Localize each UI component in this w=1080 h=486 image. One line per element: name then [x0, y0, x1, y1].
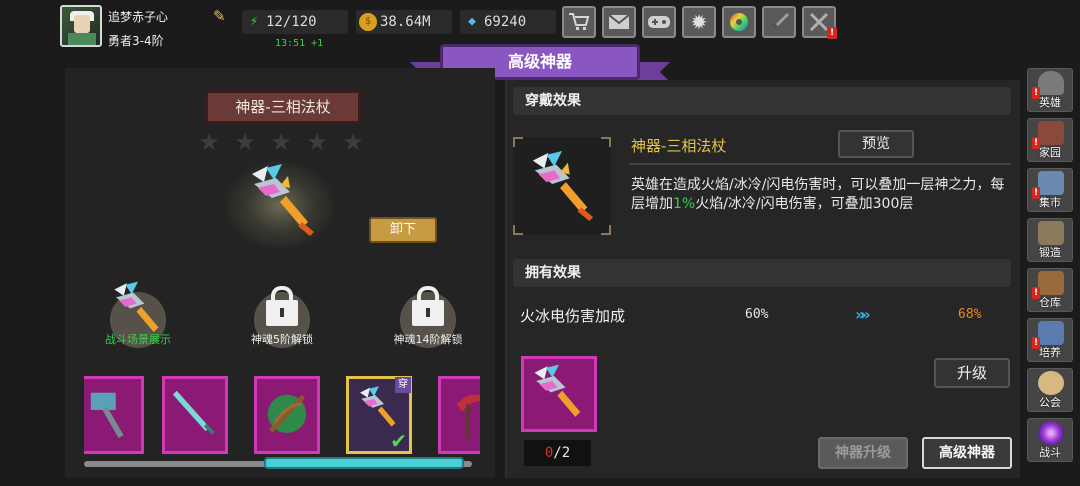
artifact-carousel[interactable]: 穿 ✔	[84, 376, 480, 456]
star-icon: ★	[342, 128, 364, 156]
slot-label: 神魂5阶解锁	[251, 333, 313, 346]
bonus-current-value: 60%	[745, 307, 769, 322]
equipped-badge: 穿	[395, 377, 411, 393]
artifact-card-bow[interactable]	[254, 376, 320, 454]
gamepad-icon	[648, 16, 670, 28]
star-icon: ★	[306, 128, 328, 156]
wear-effect-description: 英雄在造成火焰/冰冷/闪电伤害时，可以叠加一层神之力，每层增加1%火焰/冰冷/闪…	[631, 177, 1005, 212]
unequip-button[interactable]: 卸下	[369, 217, 437, 243]
gamepad-button[interactable]	[642, 6, 676, 38]
castle-icon	[1038, 121, 1064, 145]
own-effect-heading: 拥有效果	[513, 259, 1011, 287]
sidebar-item-label: 英雄	[1039, 96, 1061, 109]
sidebar-item-battle[interactable]: 战斗	[1027, 418, 1073, 462]
sidebar-item-warehouse[interactable]: ! 仓库	[1027, 268, 1073, 312]
edit-name-icon[interactable]: ✎	[213, 8, 229, 24]
artifact-title: 神器-三相法杖	[631, 137, 727, 155]
shop-cart-button[interactable]	[562, 6, 596, 38]
sidebar-item-label: 培养	[1039, 346, 1061, 359]
gold-coin-icon: $	[359, 13, 377, 31]
sidebar-item-label: 锻造	[1039, 246, 1061, 259]
sword-button[interactable]	[762, 6, 796, 38]
preview-button[interactable]: 预览	[838, 130, 914, 158]
tab-advanced-artifact[interactable]: 高级神器	[922, 437, 1012, 469]
sword-icon	[172, 390, 215, 435]
hammer-icon	[90, 392, 124, 439]
staff-icon	[532, 150, 594, 222]
settings-button[interactable]: ✹	[682, 6, 716, 38]
staff-icon[interactable]	[244, 162, 320, 238]
sidebar-item-market[interactable]: ! 集市	[1027, 168, 1073, 212]
wear-effect-heading: 穿戴效果	[513, 87, 1011, 115]
upgrade-material-card[interactable]	[521, 356, 597, 432]
checkmark-icon: ✔	[390, 429, 407, 453]
bonus-next-value: 68%	[958, 307, 982, 322]
energy-timer: 13:51 +1	[275, 38, 324, 49]
anvil-icon	[1038, 221, 1064, 245]
merchant-icon	[1038, 171, 1064, 195]
color-wheel-button[interactable]	[722, 6, 756, 38]
artifact-name-plate: 神器-三相法杖	[205, 90, 361, 124]
trophy-icon	[1038, 321, 1064, 345]
bow-icon	[267, 394, 307, 433]
material-count: 0/2	[524, 440, 591, 466]
shop-cart-icon	[569, 13, 590, 30]
gem-icon: ◆	[468, 14, 476, 29]
sidebar-item-label: 公会	[1039, 396, 1061, 409]
sidebar-item-label: 家园	[1039, 146, 1061, 159]
lightning-icon: ⚡	[250, 14, 258, 29]
sidebar-item-label: 战斗	[1039, 446, 1061, 459]
energy-counter: ⚡ 12/120	[242, 10, 348, 34]
upgrade-button[interactable]: 升级	[934, 358, 1010, 388]
sidebar-item-guild[interactable]: 公会	[1027, 368, 1073, 412]
guild-icon	[1038, 371, 1064, 395]
star-icon: ★	[270, 128, 292, 156]
gold-counter: $ 38.64M	[356, 10, 452, 34]
sidebar-item-home[interactable]: ! 家园	[1027, 118, 1073, 162]
artifact-icon-frame	[513, 137, 611, 235]
bonus-label: 火冰电伤害加成	[520, 307, 626, 325]
portal-icon	[1038, 421, 1064, 445]
mail-button[interactable]	[602, 6, 636, 38]
mail-icon	[608, 14, 630, 29]
divider	[629, 163, 1011, 165]
staff-icon	[534, 364, 581, 417]
artifact-card-staff-selected[interactable]: 穿 ✔	[346, 376, 412, 454]
player-avatar[interactable]	[60, 5, 102, 47]
helmet-icon	[1038, 71, 1064, 95]
color-wheel-icon	[730, 13, 748, 31]
sidebar-item-hero[interactable]: ! 英雄	[1027, 68, 1073, 112]
gem-counter: ◆ 69240	[460, 10, 556, 34]
warehouse-icon	[1038, 271, 1064, 295]
player-rank: 勇者3-4阶	[108, 34, 164, 48]
slot-label: 神魂14阶解锁	[393, 333, 463, 346]
artifact-card-hammer[interactable]	[84, 376, 144, 454]
scythe-icon	[456, 394, 480, 439]
artifact-card-scythe[interactable]	[438, 376, 480, 454]
arrow-right-icon: »»	[855, 305, 871, 324]
sidebar-item-cultivate[interactable]: ! 培养	[1027, 318, 1073, 362]
battle-button[interactable]: !	[802, 6, 837, 39]
artifact-card-sword[interactable]	[162, 376, 228, 454]
sidebar-item-label: 仓库	[1039, 296, 1061, 309]
sidebar-item-label: 集市	[1039, 196, 1061, 209]
alert-badge: !	[827, 27, 837, 39]
player-name: 追梦赤子心	[108, 10, 169, 24]
tab-artifact-upgrade[interactable]: 神器升级	[818, 437, 908, 469]
energy-value: 12/120	[266, 14, 317, 30]
slot-label: 战斗场景展示	[105, 333, 171, 346]
sword-icon	[771, 13, 789, 30]
sidebar-item-forge[interactable]: 锻造	[1027, 218, 1073, 262]
star-icon: ★	[234, 128, 256, 156]
star-icon: ★	[198, 128, 220, 156]
gold-value: 38.64M	[380, 14, 431, 30]
gem-value: 69240	[484, 14, 527, 30]
carousel-scrollbar-thumb[interactable]	[264, 457, 464, 469]
gear-icon: ✹	[690, 10, 708, 34]
